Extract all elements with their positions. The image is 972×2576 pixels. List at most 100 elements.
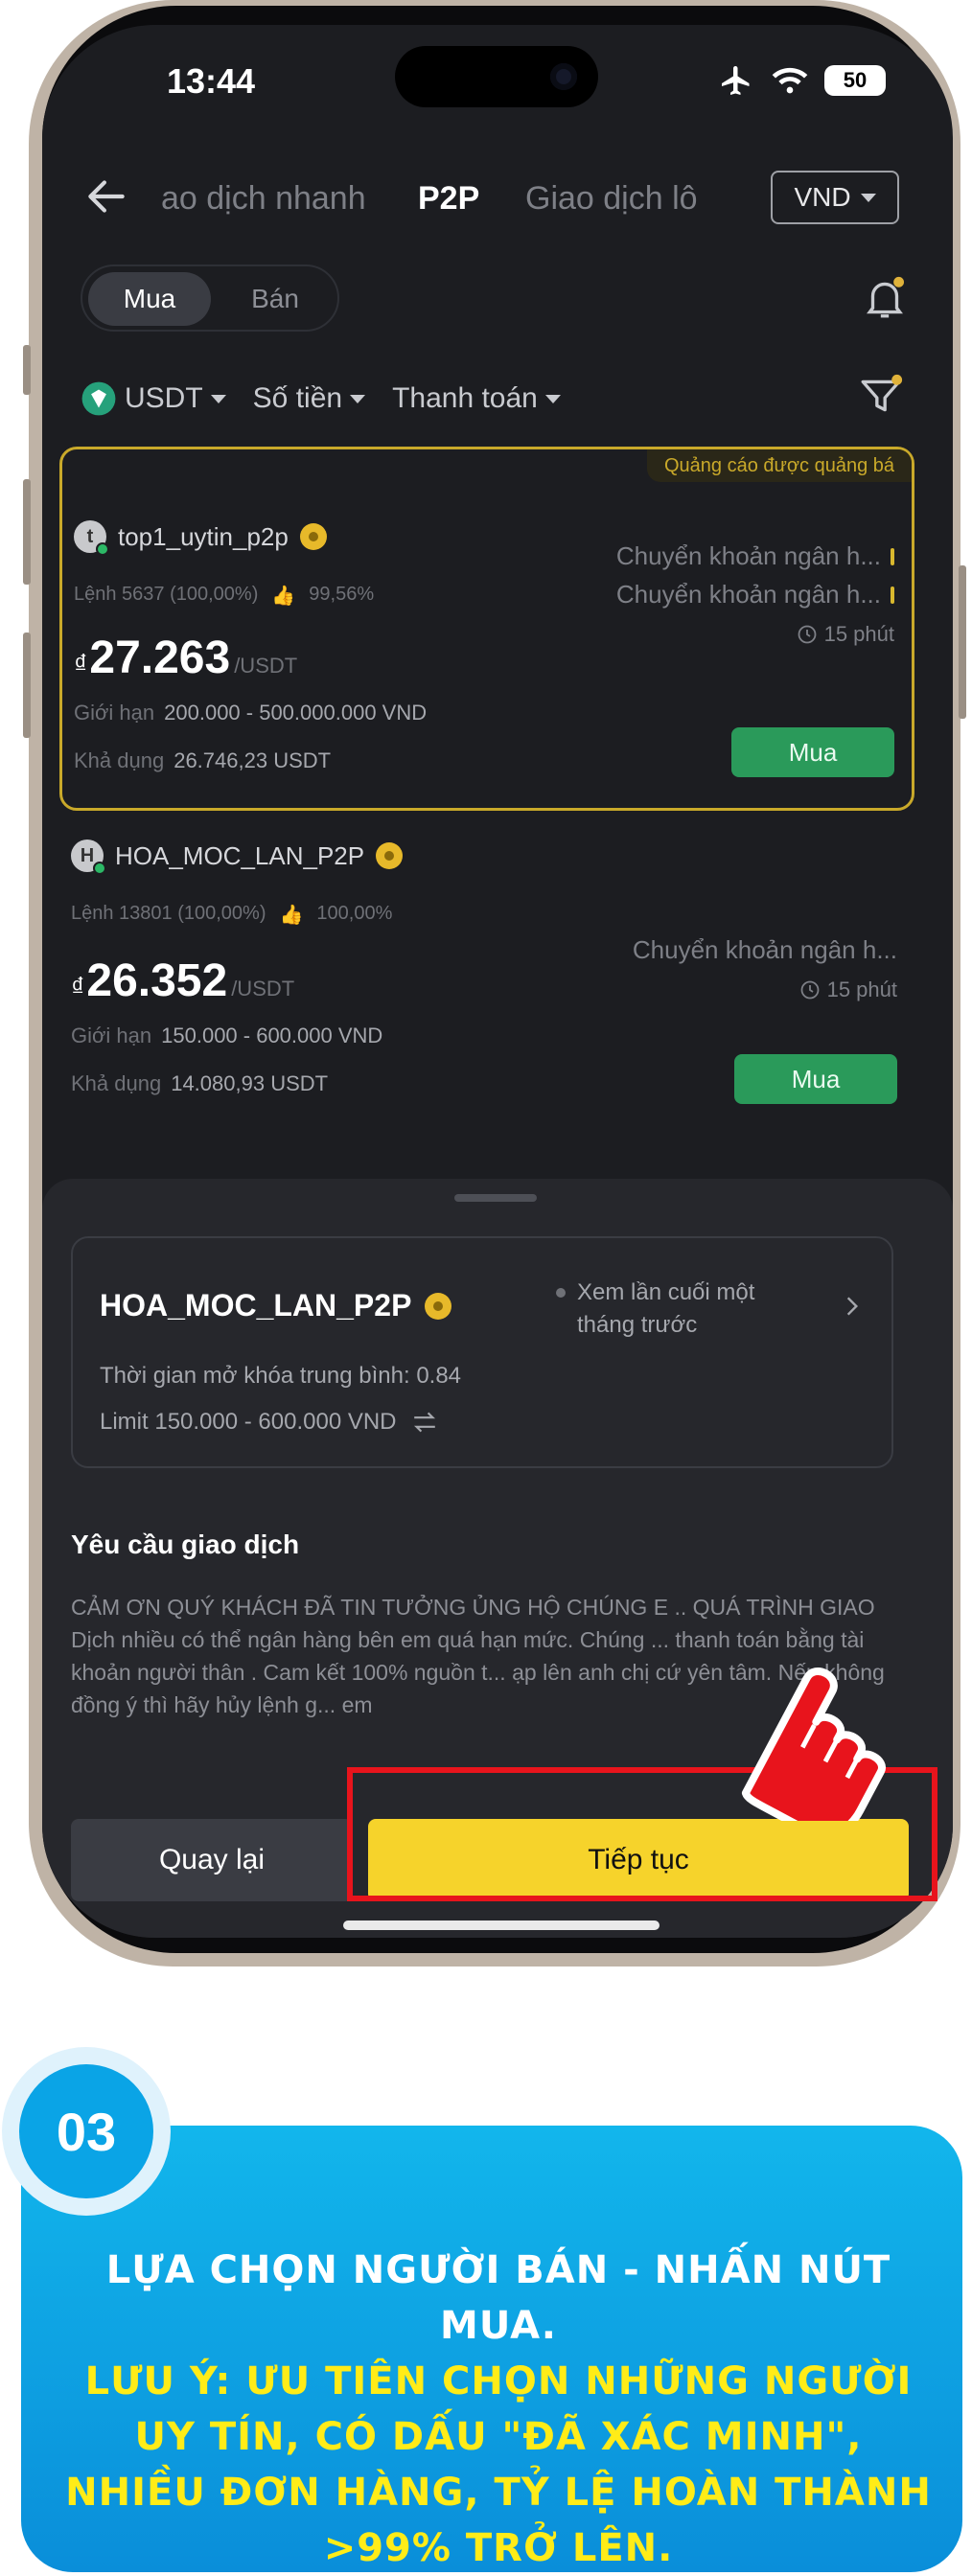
status-time: 13:44 xyxy=(167,61,256,101)
filter-amount[interactable]: Số tiền xyxy=(252,382,366,415)
buy-button[interactable]: Mua xyxy=(731,727,894,777)
payment-method: Chuyển khoản ngân h... xyxy=(616,580,894,610)
price-unit: /USDT xyxy=(231,977,295,1000)
toggle-buy[interactable]: Mua xyxy=(88,272,211,326)
back-arrow-icon[interactable] xyxy=(82,172,130,220)
clock-icon xyxy=(800,980,819,1000)
avatar: t xyxy=(74,520,109,556)
filter-payment[interactable]: Thanh toán xyxy=(392,382,561,415)
filter-payment-label: Thanh toán xyxy=(392,382,538,414)
seller-stats: Lệnh 13801 (100,00%) 👍 100,00% xyxy=(71,903,392,927)
seller-name-row: HOA_MOC_LAN_P2P xyxy=(100,1288,452,1323)
seller-info-card[interactable]: HOA_MOC_LAN_P2P Xem lần cuối một tháng t… xyxy=(71,1236,893,1468)
chevron-right-icon[interactable] xyxy=(840,1294,865,1319)
currency-symbol: ₫ xyxy=(74,649,88,678)
seller-stats: Lệnh 5637 (100,00%) 👍 99,56% xyxy=(74,584,374,608)
avatar-letter: t xyxy=(86,525,94,547)
limit-value: 200.000 - 500.000.000 VND xyxy=(164,701,428,724)
status-icons: 50 xyxy=(717,63,886,98)
available-value: 26.746,23 USDT xyxy=(174,748,332,772)
price: 26.352 xyxy=(86,955,228,1006)
volume-down-button xyxy=(23,632,31,738)
online-dot xyxy=(93,862,106,875)
home-indicator xyxy=(343,1920,660,1930)
filter-funnel-icon[interactable] xyxy=(857,372,905,420)
pointing-hand-icon xyxy=(741,1668,886,1821)
available-label: Khả dụng xyxy=(74,748,165,772)
power-button xyxy=(959,565,966,719)
currency-symbol: ₫ xyxy=(71,972,85,1001)
usdt-coin-icon xyxy=(81,381,116,416)
available: Khả dụng 14.080,93 USDT xyxy=(71,1071,328,1096)
limit: Giới hạn 150.000 - 600.000 VND xyxy=(71,1024,382,1048)
bell-icon[interactable] xyxy=(861,274,909,322)
tab-p2p[interactable]: P2P xyxy=(418,180,479,218)
verified-badge-icon xyxy=(376,842,404,869)
available: Khả dụng 26.746,23 USDT xyxy=(74,748,331,773)
verified-badge-icon xyxy=(425,1292,452,1320)
offer-card[interactable]: H HOA_MOC_LAN_P2P Lệnh 13801 (100,00%) 👍… xyxy=(59,801,914,1165)
toggle-sell[interactable]: Bán xyxy=(222,272,328,326)
filter-amount-label: Số tiền xyxy=(252,382,343,414)
offline-dot xyxy=(556,1288,566,1298)
payment-method-label: Chuyển khoản ngân h... xyxy=(615,580,881,609)
wifi-icon xyxy=(772,67,808,94)
requirements-title: Yêu cầu giao dịch xyxy=(71,1530,300,1559)
avatar-letter: H xyxy=(80,844,95,866)
seller-name: top1_uytin_p2p xyxy=(118,521,289,551)
payment-bar xyxy=(891,547,894,565)
filter-coin[interactable]: USDT xyxy=(81,380,226,417)
airplane-icon xyxy=(722,66,750,95)
back-button[interactable]: Quay lại xyxy=(71,1819,353,1901)
price-row: ₫ 27.263 /USDT xyxy=(74,632,297,684)
avg-unlock-time: Thời gian mở khóa trung bình: 0.84 xyxy=(100,1363,462,1389)
time-limit: 15 phút xyxy=(798,978,897,1002)
last-seen-text: Xem lần cuối một tháng trước xyxy=(577,1279,755,1338)
battery-indicator: 50 xyxy=(824,65,886,96)
order-count: Lệnh 13801 (100,00%) xyxy=(71,903,266,924)
sheet-drag-handle[interactable] xyxy=(454,1194,537,1202)
rating: 100,00% xyxy=(316,903,393,924)
payment-bar xyxy=(891,586,894,604)
caption-line-note: LƯU Ý: ƯU TIÊN CHỌN NHỮNG NGƯỜI UY TÍN, … xyxy=(65,2359,932,2570)
payment-method: Chuyển khoản ngân h... xyxy=(633,935,897,965)
chevron-down-icon xyxy=(544,394,561,403)
price: 27.263 xyxy=(89,632,231,683)
available-label: Khả dụng xyxy=(71,1071,162,1095)
seller-name: HOA_MOC_LAN_P2P xyxy=(100,1288,412,1322)
filter-coin-label: USDT xyxy=(125,382,203,414)
avatar: H xyxy=(71,840,106,875)
chevron-down-icon xyxy=(860,193,876,202)
swap-icon[interactable] xyxy=(410,1411,439,1434)
available-value: 14.080,93 USDT xyxy=(171,1071,329,1095)
buy-sell-toggle: Mua Bán xyxy=(81,264,339,332)
payment-method: Chuyển khoản ngân h... xyxy=(616,541,894,571)
seller-info[interactable]: t top1_uytin_p2p xyxy=(74,520,327,556)
step-number: 03 xyxy=(19,2064,153,2198)
seller-info[interactable]: H HOA_MOC_LAN_P2P xyxy=(71,840,404,875)
tab-quick-trade[interactable]: ao dịch nhanh xyxy=(161,180,366,218)
currency-label: VND xyxy=(794,182,851,212)
limit-label: Giới hạn xyxy=(74,701,155,724)
online-dot xyxy=(96,542,109,556)
time-limit-value: 15 phút xyxy=(826,978,897,1001)
promoted-badge: Quảng cáo được quảng bá xyxy=(646,449,912,482)
currency-select[interactable]: VND xyxy=(771,171,899,224)
payment-method-label: Chuyển khoản ngân h... xyxy=(632,935,897,964)
rating: 99,56% xyxy=(309,584,375,605)
seller-name: HOA_MOC_LAN_P2P xyxy=(115,840,365,870)
thumb-up-icon: 👍 xyxy=(279,905,304,926)
front-camera xyxy=(550,63,577,90)
buy-button[interactable]: Mua xyxy=(734,1054,897,1104)
tab-block-trade[interactable]: Giao dịch lô xyxy=(525,180,698,218)
volume-up-button xyxy=(23,479,31,585)
verified-badge-icon xyxy=(299,523,327,550)
offer-card-promoted[interactable]: Quảng cáo được quảng bá t top1_uytin_p2p… xyxy=(59,447,914,811)
limit-line: Limit 150.000 - 600.000 VND xyxy=(100,1409,439,1436)
price-unit: /USDT xyxy=(234,654,298,678)
chevron-down-icon xyxy=(350,394,366,403)
price-row: ₫ 26.352 /USDT xyxy=(71,954,294,1007)
limit: Giới hạn 200.000 - 500.000.000 VND xyxy=(74,701,427,725)
time-limit: 15 phút xyxy=(796,622,894,647)
filter-bar: USDT Số tiền Thanh toán xyxy=(81,370,924,427)
